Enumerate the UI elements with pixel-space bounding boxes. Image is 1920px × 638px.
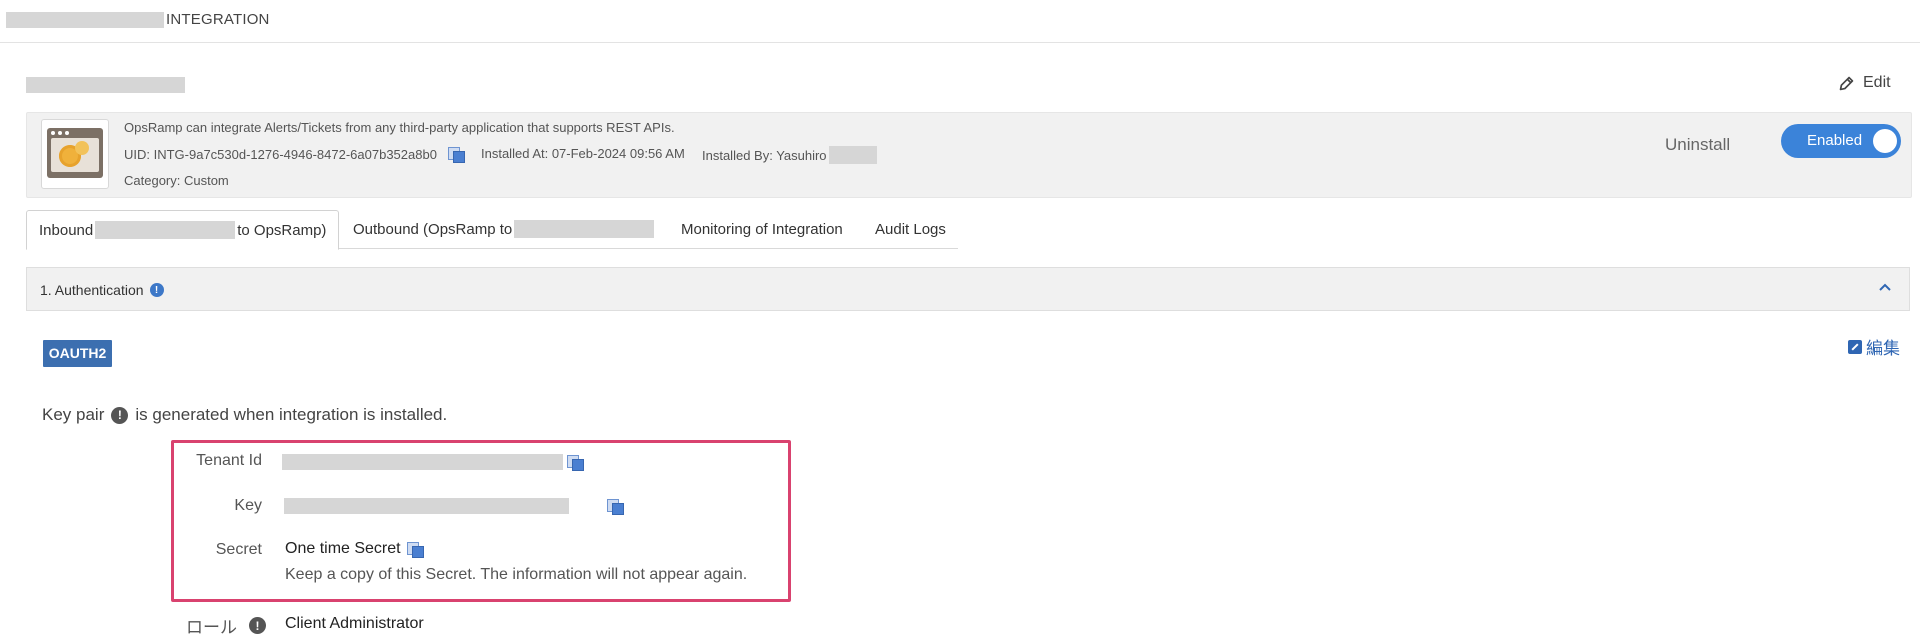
app-logo-icon xyxy=(41,119,109,189)
tab-outbound-redacted xyxy=(514,220,655,238)
edit-square-icon xyxy=(1848,339,1862,354)
edit-label: Edit xyxy=(1863,74,1891,91)
edit-button[interactable]: Edit xyxy=(1838,74,1891,92)
tenant-id-value-redacted xyxy=(282,454,563,470)
tab-audit-logs[interactable]: Audit Logs xyxy=(875,210,946,248)
integration-uid: UID: INTG-9a7c530d-1276-4946-8472-6a07b3… xyxy=(124,146,465,163)
pencil-icon xyxy=(1839,76,1854,90)
key-value-redacted xyxy=(284,498,569,514)
copy-key-icon[interactable] xyxy=(606,498,625,515)
key-label: Key xyxy=(234,497,262,514)
copy-tenant-id-icon[interactable] xyxy=(566,454,584,471)
installed-by: Installed By: Yasuhiro xyxy=(702,146,877,164)
copy-uid-icon[interactable] xyxy=(447,146,465,163)
tab-outbound[interactable]: Outbound (OpsRamp to xyxy=(353,210,656,248)
tenant-id-label: Tenant Id xyxy=(196,452,262,469)
tab-inbound[interactable]: Inbound to OpsRamp) xyxy=(26,210,340,250)
edit-auth-button[interactable]: 編集 xyxy=(1848,334,1900,359)
breadcrumb[interactable]: INTEGRATION xyxy=(166,11,270,28)
authentication-section-header[interactable]: 1. Authentication ! xyxy=(26,267,1910,311)
integration-name-redacted xyxy=(26,77,185,93)
toggle-label: Enabled xyxy=(1807,132,1863,149)
toggle-knob xyxy=(1873,129,1897,153)
uninstall-button[interactable]: Uninstall xyxy=(1665,135,1730,155)
chevron-up-icon[interactable] xyxy=(1877,280,1893,296)
integration-description: OpsRamp can integrate Alerts/Tickets fro… xyxy=(124,120,675,135)
tab-inbound-redacted xyxy=(95,221,236,239)
role-value: Client Administrator xyxy=(285,615,424,632)
secret-label: Secret xyxy=(215,541,262,558)
installer-name-redacted xyxy=(828,146,877,164)
auth-type-badge: OAUTH2 xyxy=(43,340,112,367)
secret-note: Keep a copy of this Secret. The informat… xyxy=(285,566,748,583)
keypair-note: Key pair ! is generated when integration… xyxy=(42,405,448,424)
role-info-icon[interactable]: ! xyxy=(249,617,266,634)
info-icon[interactable]: ! xyxy=(149,283,164,297)
installed-at: Installed At: 07-Feb-2024 09:56 AM xyxy=(481,146,685,161)
keypair-info-icon[interactable]: ! xyxy=(111,406,129,424)
breadcrumb-redacted xyxy=(6,12,164,28)
enabled-toggle[interactable]: Enabled xyxy=(1781,124,1901,158)
secret-value: One time Secret xyxy=(285,540,424,558)
integration-category: Category: Custom xyxy=(124,173,229,188)
copy-secret-icon[interactable] xyxy=(406,541,424,558)
top-bar: INTEGRATION xyxy=(0,0,1920,43)
tab-monitoring[interactable]: Monitoring of Integration xyxy=(681,210,843,248)
integration-summary: OpsRamp can integrate Alerts/Tickets fro… xyxy=(26,112,1912,198)
role-label: ロール ! xyxy=(186,613,273,638)
section-title: 1. Authentication ! xyxy=(40,282,164,298)
